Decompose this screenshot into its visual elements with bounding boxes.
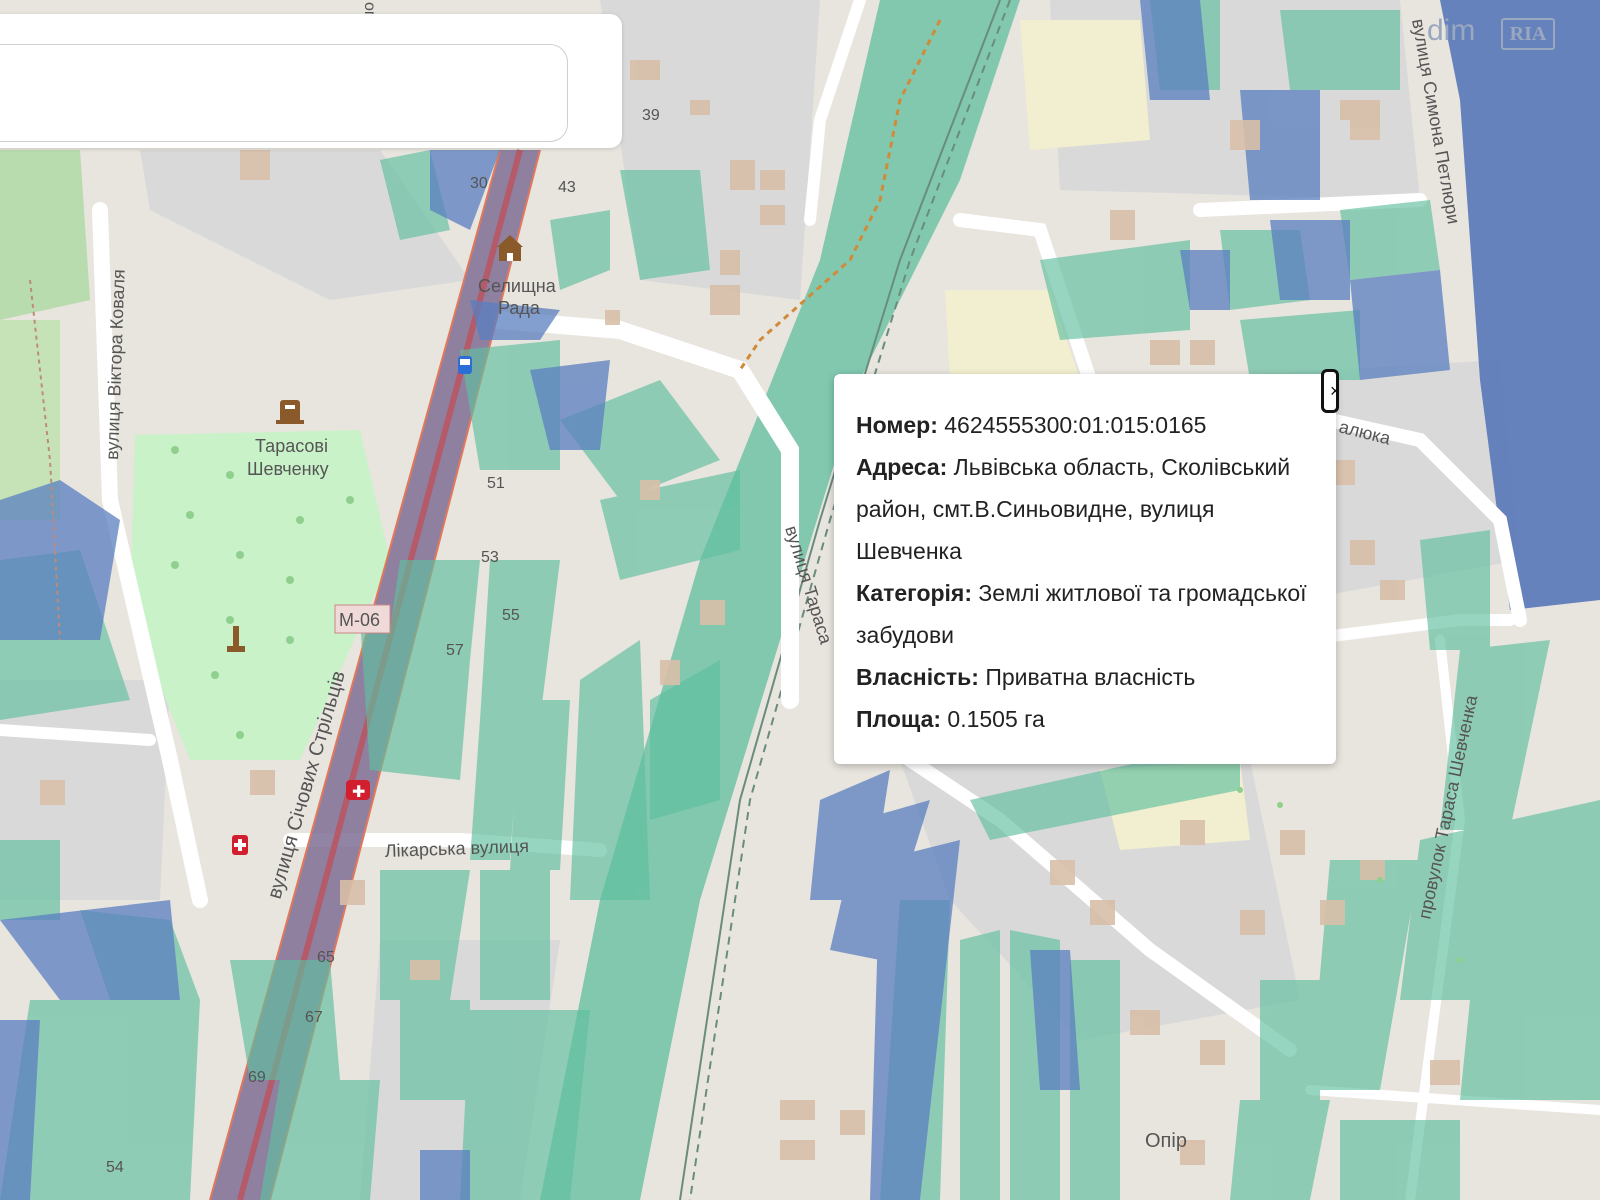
road-ref-label: M-06	[339, 610, 380, 630]
popup-row-area: Площа: 0.1505 га	[856, 698, 1314, 740]
poi-label-monument-line2: Шевченку	[247, 459, 329, 479]
dim-ria-logo[interactable]: dim RIA	[1415, 12, 1555, 56]
popup-value-ownership: Приватна власність	[985, 664, 1196, 690]
popup-row-number: Номер: 4624555300:01:015:0165	[856, 404, 1314, 446]
place-label-opir: Опір	[1145, 1130, 1187, 1152]
svg-text:39: 39	[642, 107, 660, 124]
svg-text:43: 43	[558, 179, 576, 196]
svg-text:51: 51	[487, 475, 505, 492]
svg-text:54: 54	[106, 1159, 124, 1176]
search-input[interactable]	[0, 44, 568, 142]
poi-label-council-line1: Селищна	[478, 276, 557, 296]
popup-row-address: Адреса: Львівська область, Сколівський р…	[856, 446, 1314, 572]
svg-text:53: 53	[481, 549, 499, 566]
popup-key-address: Адреса:	[856, 454, 948, 480]
svg-text:57: 57	[446, 642, 464, 659]
svg-text:65: 65	[317, 949, 335, 966]
svg-text:69: 69	[248, 1069, 266, 1086]
monument-icon[interactable]	[276, 400, 304, 424]
popup-key-ownership: Власність:	[856, 664, 979, 690]
svg-text:✚: ✚	[352, 782, 365, 801]
popup-value-area: 0.1505 га	[947, 706, 1045, 732]
popup-key-number: Номер:	[856, 412, 938, 438]
search-panel	[0, 14, 622, 148]
svg-text:67: 67	[305, 1009, 323, 1026]
logo-dim-text: dim	[1427, 14, 1476, 47]
popup-row-category: Категорія: Землі житлової та громадської…	[856, 572, 1314, 656]
parcel-info-popup: × Номер: 4624555300:01:015:0165 Адреса: …	[834, 369, 1341, 764]
close-popup-button[interactable]: ×	[1321, 369, 1341, 413]
hospital-icon[interactable]	[232, 835, 248, 855]
poi-label-monument-line1: Тарасові	[255, 436, 328, 456]
popup-value-number: 4624555300:01:015:0165	[944, 412, 1207, 438]
svg-text:30: 30	[470, 175, 488, 192]
poi-label-council-line2: Рада	[498, 298, 541, 318]
cadastral-map[interactable]: вулиця Віктора Коваля вулиця Січових Стр…	[0, 0, 1600, 1200]
bus-stop-icon[interactable]	[458, 356, 472, 374]
popup-key-category: Категорія:	[856, 580, 973, 606]
yellow-area	[1020, 20, 1150, 150]
park-area-west	[0, 150, 90, 320]
logo-ria-badge: RIA	[1501, 18, 1555, 50]
popup-key-area: Площа:	[856, 706, 942, 732]
popup-row-ownership: Власність: Приватна власність	[856, 656, 1314, 698]
svg-text:55: 55	[502, 607, 520, 624]
pharmacy-icon[interactable]: ✚	[346, 780, 370, 801]
